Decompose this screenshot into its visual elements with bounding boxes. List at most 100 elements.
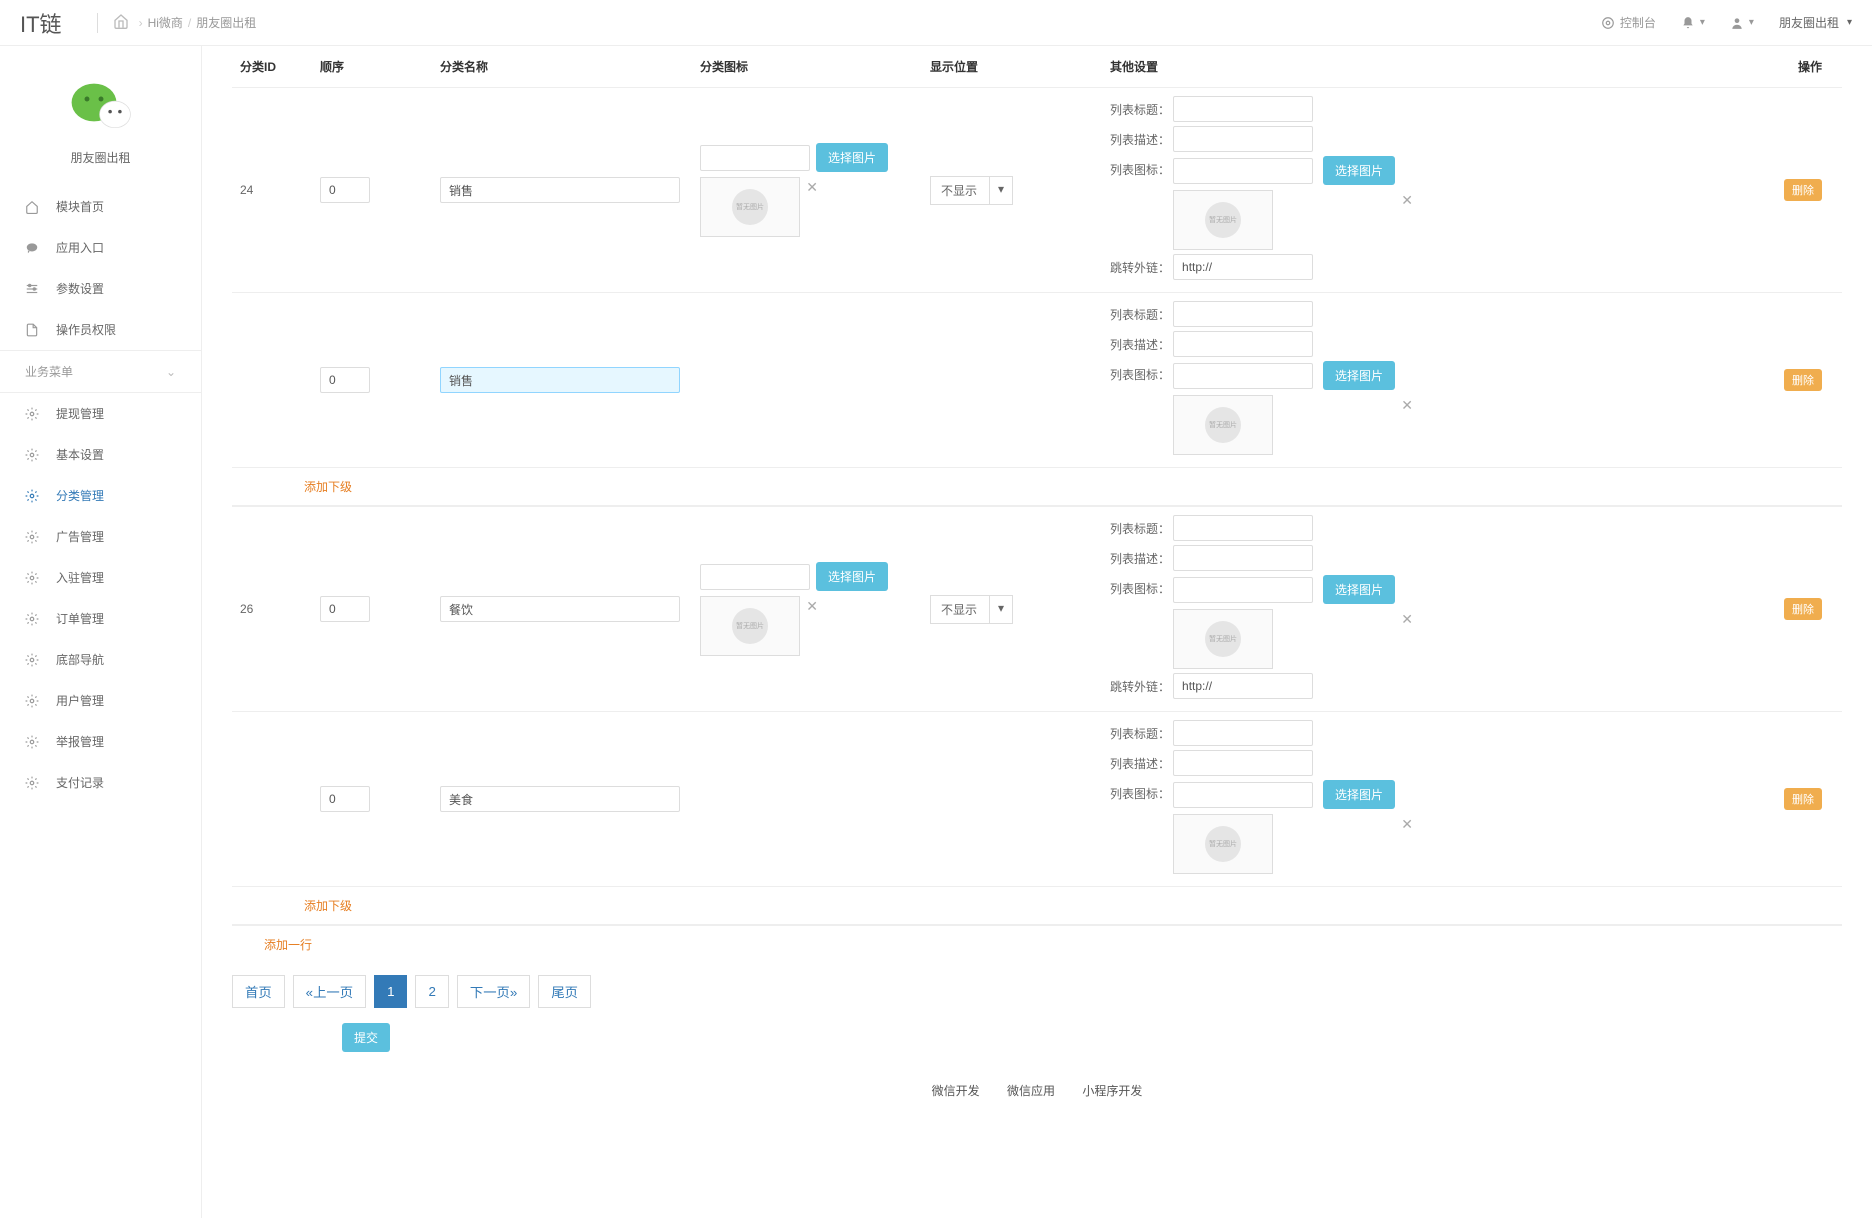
main-content: 分类ID 顺序 分类名称 分类图标 显示位置 其他设置 操作 24选择图片暂无图… (202, 46, 1872, 1218)
footer-link[interactable]: 微信开发 (932, 1084, 980, 1098)
sort-input[interactable] (320, 786, 370, 812)
home-icon[interactable] (113, 13, 129, 32)
notifications-dropdown[interactable]: ▾ (1681, 16, 1705, 30)
settings-icon (25, 282, 41, 296)
sidebar-item[interactable]: 订单管理 (0, 598, 201, 639)
category-icon-input[interactable] (700, 564, 810, 590)
caret-down-icon: ▾ (990, 595, 1013, 624)
remove-image-icon[interactable]: ✕ (1401, 397, 1413, 414)
sidebar-item[interactable]: 底部导航 (0, 639, 201, 680)
th-op: 操作 (1762, 46, 1842, 88)
sidebar-item[interactable]: 分类管理 (0, 475, 201, 516)
list-desc-input[interactable] (1173, 750, 1313, 776)
list-title-label: 列表标题： (1110, 306, 1170, 323)
list-desc-input[interactable] (1173, 126, 1313, 152)
page-last[interactable]: 尾页 (538, 975, 591, 1008)
add-sub-link[interactable]: 添加下级 (232, 468, 1842, 506)
list-icon-input[interactable] (1173, 782, 1313, 808)
image-placeholder: 暂无图片 (1173, 814, 1273, 874)
sidebar-item[interactable]: 入驻管理 (0, 557, 201, 598)
name-input[interactable] (440, 596, 680, 622)
select-image-button[interactable]: 选择图片 (1323, 780, 1395, 809)
remove-image-icon[interactable]: ✕ (1401, 611, 1413, 628)
select-image-button[interactable]: 选择图片 (816, 562, 888, 591)
remove-image-icon[interactable]: ✕ (806, 179, 818, 196)
name-input[interactable] (440, 367, 680, 393)
image-placeholder: 暂无图片 (1173, 609, 1273, 669)
th-other: 其他设置 (1102, 46, 1762, 88)
page-next[interactable]: 下一页» (457, 975, 530, 1008)
add-row-link[interactable]: 添加一行 (232, 926, 1842, 963)
console-link[interactable]: 控制台 (1601, 14, 1656, 31)
gear-icon (25, 571, 41, 585)
sidebar-item[interactable]: 支付记录 (0, 762, 201, 803)
list-title-input[interactable] (1173, 301, 1313, 327)
jump-link-input[interactable] (1173, 673, 1313, 699)
sort-input[interactable] (320, 367, 370, 393)
sidebar-item[interactable]: 基本设置 (0, 434, 201, 475)
caret-down-icon: ▾ (1847, 17, 1852, 28)
delete-button[interactable]: 删除 (1784, 369, 1822, 391)
select-image-button[interactable]: 选择图片 (1323, 361, 1395, 390)
category-icon-input[interactable] (700, 145, 810, 171)
remove-image-icon[interactable]: ✕ (806, 598, 818, 615)
position-select[interactable]: 不显示▾ (930, 176, 1094, 205)
add-sub-link[interactable]: 添加下级 (232, 887, 1842, 925)
sidebar-item[interactable]: 操作员权限 (0, 309, 201, 350)
list-icon-input[interactable] (1173, 158, 1313, 184)
list-desc-input[interactable] (1173, 331, 1313, 357)
sidebar-section-header[interactable]: 业务菜单 ⌄ (0, 350, 201, 393)
list-icon-label: 列表图标： (1110, 156, 1170, 178)
sidebar-item[interactable]: 用户管理 (0, 680, 201, 721)
account-selector[interactable]: 朋友圈出租 ▾ (1779, 14, 1852, 31)
page-2[interactable]: 2 (415, 975, 448, 1008)
remove-image-icon[interactable]: ✕ (1401, 192, 1413, 209)
footer-link[interactable]: 小程序开发 (1082, 1084, 1142, 1098)
position-select[interactable]: 不显示▾ (930, 595, 1094, 624)
page-1[interactable]: 1 (374, 975, 407, 1008)
list-title-input[interactable] (1173, 515, 1313, 541)
list-icon-input[interactable] (1173, 577, 1313, 603)
select-image-button[interactable]: 选择图片 (1323, 575, 1395, 604)
sidebar-item-label: 订单管理 (56, 610, 104, 627)
footer-link[interactable]: 微信应用 (1007, 1084, 1055, 1098)
sidebar-item[interactable]: 广告管理 (0, 516, 201, 557)
sidebar-item-label: 举报管理 (56, 733, 104, 750)
sidebar-item-label: 操作员权限 (56, 321, 116, 338)
sort-input[interactable] (320, 596, 370, 622)
list-desc-input[interactable] (1173, 545, 1313, 571)
delete-button[interactable]: 删除 (1784, 598, 1822, 620)
jump-link-input[interactable] (1173, 254, 1313, 280)
list-icon-input[interactable] (1173, 363, 1313, 389)
breadcrumb-item[interactable]: 朋友圈出租 (196, 14, 256, 31)
breadcrumb-item[interactable]: Hi微商 (148, 14, 183, 31)
category-table: 分类ID 顺序 分类名称 分类图标 显示位置 其他设置 操作 24选择图片暂无图… (232, 46, 1842, 926)
table-row: 26选择图片暂无图片✕不显示▾列表标题：列表描述：列表图标：选择图片暂无图片✕跳… (232, 507, 1842, 712)
list-icon-label: 列表图标： (1110, 575, 1170, 597)
page-first[interactable]: 首页 (232, 975, 285, 1008)
name-input[interactable] (440, 177, 680, 203)
list-title-input[interactable] (1173, 96, 1313, 122)
name-input[interactable] (440, 786, 680, 812)
delete-button[interactable]: 删除 (1784, 179, 1822, 201)
select-image-button[interactable]: 选择图片 (816, 143, 888, 172)
gear-icon (25, 489, 41, 503)
submit-button[interactable]: 提交 (342, 1023, 390, 1052)
gear-icon (25, 776, 41, 790)
delete-button[interactable]: 删除 (1784, 788, 1822, 810)
image-placeholder: 暂无图片 (1173, 190, 1273, 250)
sidebar-item[interactable]: 参数设置 (0, 268, 201, 309)
sidebar-item[interactable]: 应用入口 (0, 227, 201, 268)
console-label: 控制台 (1620, 14, 1656, 31)
sidebar-item[interactable]: 提现管理 (0, 393, 201, 434)
page-prev[interactable]: «上一页 (293, 975, 366, 1008)
sort-input[interactable] (320, 177, 370, 203)
sidebar-section-label: 业务菜单 (25, 363, 73, 380)
sidebar-item[interactable]: 举报管理 (0, 721, 201, 762)
user-dropdown[interactable]: ▾ (1730, 16, 1754, 30)
select-image-button[interactable]: 选择图片 (1323, 156, 1395, 185)
list-title-input[interactable] (1173, 720, 1313, 746)
remove-image-icon[interactable]: ✕ (1401, 816, 1413, 833)
gear-icon (25, 653, 41, 667)
sidebar-item[interactable]: 模块首页 (0, 186, 201, 227)
